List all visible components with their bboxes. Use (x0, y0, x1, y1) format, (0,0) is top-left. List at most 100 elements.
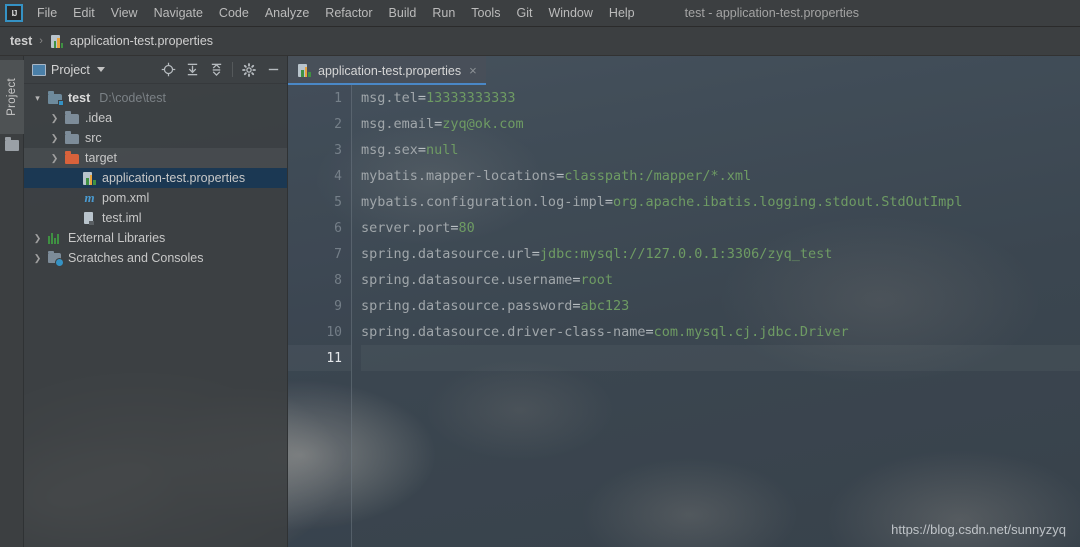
line-number: 5 (334, 194, 342, 210)
tool-window-button-project[interactable]: Project (0, 60, 24, 134)
tree-node-target[interactable]: ❯ target (24, 148, 287, 168)
tree-node-label: .idea (85, 111, 113, 125)
maven-file-icon: m (84, 190, 95, 205)
menu-item-refactor[interactable]: Refactor (317, 3, 380, 23)
chevron-right-icon[interactable]: ❯ (49, 133, 60, 144)
code-line[interactable] (361, 345, 1080, 371)
editor-tab[interactable]: application-test.properties × (288, 56, 486, 85)
menu-item-git[interactable]: Git (508, 3, 540, 23)
menu-item-tools[interactable]: Tools (463, 3, 508, 23)
code-line[interactable]: spring.datasource.url = jdbc:mysql://127.0… (361, 241, 1080, 267)
folder-orange-icon (65, 151, 80, 166)
gear-icon[interactable] (238, 59, 260, 81)
property-separator: = (434, 116, 443, 132)
property-value: jdbc:mysql://127.0.0.1:3306/zyq_test (539, 246, 833, 262)
code-content[interactable]: msg.tel = 13333333333 msg.email = zyq@ok.com m… (352, 85, 1080, 547)
property-separator: = (572, 272, 581, 288)
module-icon (48, 91, 64, 106)
tree-node-application-test-properties[interactable]: application-test.properties (24, 168, 287, 188)
menu-item-file[interactable]: File (29, 3, 65, 23)
chevron-right-icon[interactable]: ❯ (32, 253, 43, 264)
property-key: spring.datasource.url (361, 246, 532, 262)
line-number: 2 (334, 116, 342, 132)
code-line[interactable]: spring.datasource.password = abc123 (361, 293, 1080, 319)
property-value: 80 (458, 220, 475, 236)
menu-item-view[interactable]: View (103, 3, 146, 23)
property-key: spring.datasource.password (361, 298, 573, 314)
menu-item-code[interactable]: Code (211, 3, 257, 23)
line-number-gutter: 1 2 3 4 5 6 7 8 9 10 11 (288, 85, 352, 547)
chevron-right-icon[interactable]: ❯ (49, 113, 60, 124)
window-title: test - application-test.properties (684, 6, 860, 20)
chevron-right-icon[interactable]: ❯ (32, 233, 43, 244)
property-value: abc123 (580, 298, 630, 314)
menu-items-container: File Edit View Navigate Code Analyze Refactor B… (29, 3, 643, 23)
editor-area: application-test.properties × 1 2 3 4 5 6 7 8 9 10… (288, 56, 1080, 547)
menu-item-run[interactable]: Run (424, 3, 463, 23)
tree-node-scratches-and-consoles[interactable]: ❯ Scratches and Consoles (24, 248, 287, 268)
property-key: msg.sex (361, 142, 418, 158)
property-separator: = (572, 298, 581, 314)
tree-node-src[interactable]: ❯ src (24, 128, 287, 148)
property-key: mybatis.configuration.log-impl (361, 194, 605, 210)
project-panel-title: Project (51, 62, 90, 77)
property-separator: = (645, 324, 654, 340)
close-icon[interactable]: × (469, 64, 477, 77)
collapse-all-icon[interactable] (205, 59, 227, 81)
editor-tab-label: application-test.properties (318, 63, 462, 78)
tree-node-test-iml[interactable]: test.iml (24, 208, 287, 228)
breadcrumb-file[interactable]: application-test.properties (50, 34, 213, 49)
menu-item-analyze[interactable]: Analyze (257, 3, 317, 23)
logo-text: IJ (11, 8, 18, 18)
property-value: org.apache.ibatis.logging.stdout.StdOutI… (612, 194, 963, 210)
code-line[interactable]: server.port = 80 (361, 215, 1080, 241)
properties-file-icon (82, 171, 97, 186)
chevron-right-icon[interactable]: ❯ (49, 153, 60, 164)
code-line[interactable]: mybatis.configuration.log-impl = org.apach… (361, 189, 1080, 215)
tree-node-external-libraries[interactable]: ❯ External Libraries (24, 228, 287, 248)
line-number: 4 (334, 168, 342, 184)
code-line[interactable]: mybatis.mapper-locations = classpath:/mapp… (361, 163, 1080, 189)
minimize-icon[interactable] (262, 59, 284, 81)
editor-tab-bar: application-test.properties × (288, 56, 1080, 85)
tool-window-label-project: Project (6, 78, 18, 116)
project-panel-toolbar (157, 59, 284, 81)
tree-node-path: D:\code\test (99, 91, 166, 105)
menu-item-navigate[interactable]: Navigate (146, 3, 211, 23)
left-tool-strip: Project (0, 56, 24, 547)
tree-node-label: src (85, 131, 102, 145)
tree-node-label: pom.xml (102, 191, 150, 205)
tree-node-pom-xml[interactable]: m pom.xml (24, 188, 287, 208)
chevron-down-icon[interactable]: ▾ (32, 93, 43, 104)
chevron-down-icon[interactable] (96, 67, 105, 72)
folder-icon (65, 111, 80, 126)
tree-node-idea[interactable]: ❯ .idea (24, 108, 287, 128)
code-line[interactable]: msg.email = zyq@ok.com (361, 111, 1080, 137)
code-line[interactable]: spring.datasource.username = root (361, 267, 1080, 293)
menu-item-window[interactable]: Window (540, 3, 600, 23)
breadcrumb: test › application-test.properties (0, 27, 1080, 56)
ide-window: IJ File Edit View Navigate Code Analyze Refact… (0, 0, 1080, 547)
tree-node-label: target (85, 151, 117, 165)
library-icon (48, 231, 63, 246)
properties-file-icon (50, 34, 65, 49)
property-value: 13333333333 (426, 90, 516, 106)
menu-item-build[interactable]: Build (381, 3, 425, 23)
line-number: 11 (288, 345, 351, 371)
property-key: spring.datasource.username (361, 272, 573, 288)
menu-item-help[interactable]: Help (601, 3, 643, 23)
property-value: null (426, 142, 459, 158)
property-separator: = (417, 142, 427, 158)
folder-icon[interactable] (5, 137, 19, 151)
expand-all-icon[interactable] (181, 59, 203, 81)
tree-node-test[interactable]: ▾ test D:\code\test (24, 88, 287, 108)
code-line[interactable]: msg.sex = null (361, 137, 1080, 163)
code-line[interactable]: msg.tel = 13333333333 (361, 85, 1080, 111)
project-panel-header: Project (24, 56, 287, 84)
code-line[interactable]: spring.datasource.driver-class-name = com.… (361, 319, 1080, 345)
property-key: msg.tel (361, 90, 418, 106)
property-separator: = (450, 220, 459, 236)
locate-icon[interactable] (157, 59, 179, 81)
menu-item-edit[interactable]: Edit (65, 3, 103, 23)
breadcrumb-project[interactable]: test (10, 34, 32, 48)
